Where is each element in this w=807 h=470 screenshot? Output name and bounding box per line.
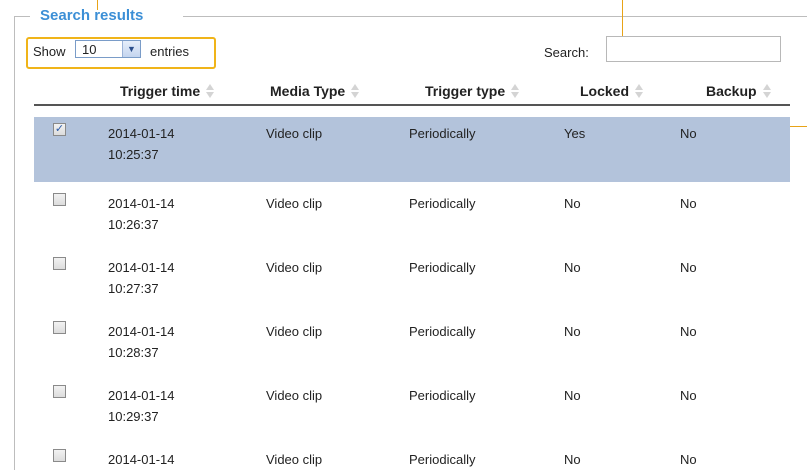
backup-cell: No [680, 452, 697, 467]
column-header-trigger-type[interactable]: Trigger type [425, 83, 520, 99]
media-type-cell: Video clip [266, 196, 323, 211]
sort-icon[interactable] [206, 84, 215, 98]
locked-cell: Yes [564, 126, 586, 141]
entries-label: entries [150, 44, 190, 59]
trigger-type-cell: Periodically [409, 260, 476, 275]
backup-cell: No [680, 196, 697, 211]
table-row[interactable]: 2014-01-14 10:26:37 Video clip Periodical… [34, 187, 790, 252]
sort-icon[interactable] [511, 84, 520, 98]
trigger-time-cell: 2014-01-14 10:25:37 [108, 126, 175, 162]
entries-value: 10 [82, 42, 97, 57]
row-checkbox[interactable] [53, 385, 66, 398]
trigger-time-cell: 2014-01-14 10:27:37 [108, 260, 175, 296]
sort-icon[interactable] [762, 84, 772, 98]
trigger-type-cell: Periodically [409, 196, 476, 211]
sort-icon[interactable] [635, 84, 644, 98]
search-results-legend: Search results [40, 7, 144, 24]
fieldset-border [14, 16, 30, 17]
row-checkbox[interactable] [53, 321, 66, 334]
trigger-type-cell: Periodically [409, 452, 476, 467]
trigger-type-cell: Periodically [409, 388, 476, 403]
table-row[interactable]: 2014-01-14 10:28:37 Video clip Periodical… [34, 315, 790, 380]
backup-cell: No [680, 324, 697, 339]
backup-cell: No [680, 126, 697, 141]
row-checkbox[interactable]: ✓ [53, 123, 66, 136]
table-row[interactable]: 2014-01-14 10:29:37 Video clip Periodical… [34, 379, 790, 444]
locked-cell: No [564, 388, 581, 403]
column-header-media-type[interactable]: Media Type [270, 83, 360, 99]
fieldset-border [14, 16, 15, 470]
trigger-time-cell: 2014-01-14 10:26:37 [108, 196, 175, 232]
row-checkbox[interactable] [53, 193, 66, 206]
locked-cell: No [564, 452, 581, 467]
callout-line [790, 126, 807, 127]
entries-select[interactable]: 10 ▼ [75, 40, 141, 58]
table-row[interactable]: ✓ 2014-01-14 10:25:37 Video clip Periodic… [34, 117, 790, 182]
column-header-locked[interactable]: Locked [580, 83, 644, 99]
table-row[interactable]: 2014-01-14 Video clip Periodically No No [34, 443, 790, 470]
fieldset-border [183, 16, 807, 17]
table-header: Trigger time Media Type Trigger type Loc… [34, 74, 790, 106]
sort-icon[interactable] [351, 84, 360, 98]
row-checkbox[interactable] [53, 257, 66, 270]
media-type-cell: Video clip [266, 452, 323, 467]
column-header-backup[interactable]: Backup [706, 83, 772, 99]
trigger-time-cell: 2014-01-14 10:29:37 [108, 388, 175, 424]
row-checkbox[interactable] [53, 449, 66, 462]
media-type-cell: Video clip [266, 388, 323, 403]
search-label: Search: [544, 45, 589, 60]
trigger-time-cell: 2014-01-14 [108, 452, 175, 467]
trigger-type-cell: Periodically [409, 126, 476, 141]
callout-line [97, 0, 98, 10]
locked-cell: No [564, 324, 581, 339]
show-label: Show [33, 44, 66, 59]
media-type-cell: Video clip [266, 260, 323, 275]
chevron-down-icon[interactable]: ▼ [122, 41, 140, 57]
backup-cell: No [680, 260, 697, 275]
trigger-time-cell: 2014-01-14 10:28:37 [108, 324, 175, 360]
backup-cell: No [680, 388, 697, 403]
media-type-cell: Video clip [266, 126, 323, 141]
locked-cell: No [564, 260, 581, 275]
search-input[interactable] [606, 36, 781, 62]
locked-cell: No [564, 196, 581, 211]
column-header-trigger-time[interactable]: Trigger time [120, 83, 215, 99]
media-type-cell: Video clip [266, 324, 323, 339]
trigger-type-cell: Periodically [409, 324, 476, 339]
table-row[interactable]: 2014-01-14 10:27:37 Video clip Periodical… [34, 251, 790, 316]
